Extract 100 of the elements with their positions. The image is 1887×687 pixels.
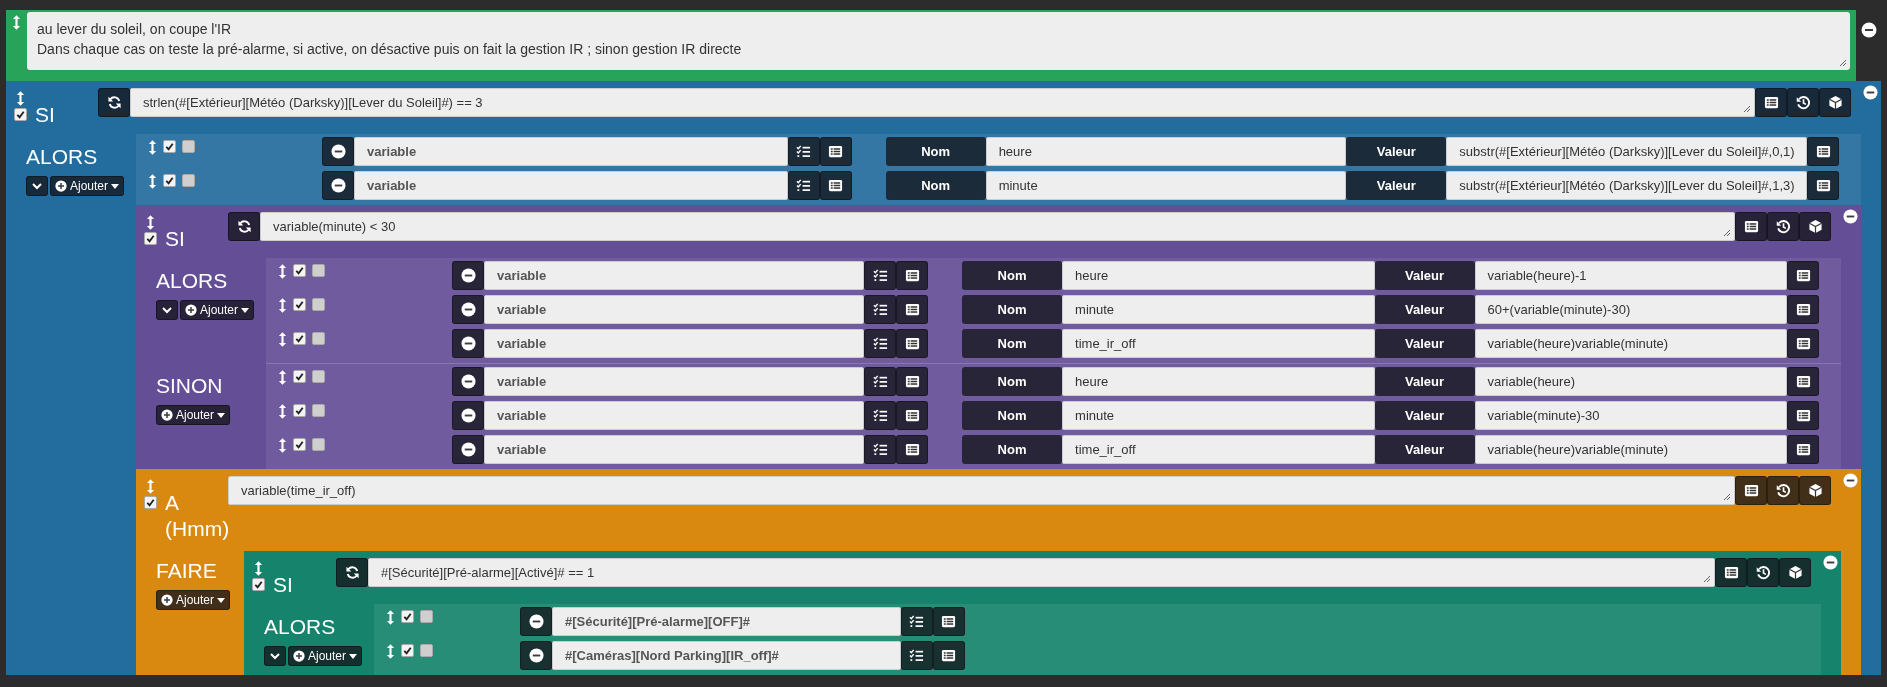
value-field[interactable]: variable(heure) — [1474, 367, 1787, 396]
remove-block-icon[interactable] — [1863, 85, 1878, 100]
checkbox[interactable] — [163, 140, 176, 153]
remove-block-icon[interactable] — [1843, 473, 1858, 488]
collapse-button[interactable] — [26, 176, 48, 196]
drag-handle-icon[interactable] — [278, 298, 287, 313]
checkbox[interactable] — [401, 610, 414, 623]
add-button[interactable]: Ajouter — [50, 176, 125, 196]
checkbox[interactable] — [312, 404, 325, 417]
select-action-button[interactable] — [864, 295, 897, 324]
remove-block-icon[interactable] — [1861, 22, 1877, 38]
select-command-button[interactable] — [1787, 435, 1819, 464]
checkbox[interactable] — [401, 644, 414, 657]
select-command-button[interactable] — [1787, 329, 1819, 358]
name-field[interactable]: heure — [1062, 261, 1375, 290]
select-command-button[interactable] — [1807, 137, 1839, 166]
select-command-button[interactable] — [1735, 476, 1767, 505]
checkbox[interactable] — [14, 108, 27, 121]
drag-handle-icon[interactable] — [146, 215, 155, 230]
drag-handle-icon[interactable] — [386, 644, 395, 659]
resize-grip-icon[interactable] — [1723, 229, 1731, 237]
value-field[interactable]: substr(#[Extérieur][Météo (Darksky)][Lever du Soleil]#,1,3) — [1446, 171, 1807, 200]
select-equipment-button[interactable] — [1799, 476, 1831, 505]
drag-handle-icon[interactable] — [386, 610, 395, 625]
expression-field[interactable]: variable(minute) < 30 — [260, 212, 1735, 241]
select-equipment-button[interactable] — [1779, 558, 1811, 587]
name-field[interactable]: time_ir_off — [1062, 329, 1375, 358]
command-field[interactable]: #[Sécurité][Pré-alarme][OFF]# — [552, 607, 901, 636]
remove-button[interactable] — [452, 329, 484, 358]
remove-button[interactable] — [520, 607, 552, 636]
checkbox[interactable] — [163, 174, 176, 187]
remove-block-icon[interactable] — [1823, 555, 1838, 570]
select-action-button[interactable] — [900, 607, 933, 636]
checkbox[interactable] — [293, 298, 306, 311]
remove-button[interactable] — [452, 367, 484, 396]
name-field[interactable]: minute — [1062, 401, 1375, 430]
remove-button[interactable] — [520, 641, 552, 670]
select-equipment-button[interactable] — [1819, 88, 1851, 117]
select-action-button[interactable] — [864, 435, 897, 464]
resize-grip-icon[interactable] — [1703, 575, 1711, 583]
select-command-button[interactable] — [896, 367, 929, 396]
resize-grip-icon[interactable] — [1839, 59, 1847, 67]
value-field[interactable]: variable(heure)-1 — [1474, 261, 1787, 290]
remove-button[interactable] — [322, 137, 354, 166]
checkbox[interactable] — [312, 370, 325, 383]
select-command-button[interactable] — [932, 607, 965, 636]
resize-grip-icon[interactable] — [1723, 493, 1731, 501]
command-field[interactable]: variable — [484, 329, 865, 358]
value-field[interactable]: variable(heure)variable(minute) — [1474, 329, 1787, 358]
select-action-button[interactable] — [864, 367, 897, 396]
drag-handle-icon[interactable] — [278, 370, 287, 385]
expression-field[interactable]: #[Sécurité][Pré-alarme][Activé]# == 1 — [368, 558, 1715, 587]
history-button[interactable] — [1747, 558, 1779, 587]
select-command-button[interactable] — [819, 171, 852, 200]
checkbox[interactable] — [293, 264, 306, 277]
command-field[interactable]: variable — [484, 367, 865, 396]
remove-block-icon[interactable] — [1843, 209, 1858, 224]
checkbox[interactable] — [293, 332, 306, 345]
expression-field[interactable]: strlen(#[Extérieur][Météo (Darksky)][Lever du Soleil]#) == 3 — [130, 88, 1755, 117]
select-action-button[interactable] — [864, 261, 897, 290]
checkbox[interactable] — [144, 232, 157, 245]
drag-handle-icon[interactable] — [148, 174, 157, 189]
history-button[interactable] — [1767, 476, 1799, 505]
add-button[interactable]: Ajouter — [156, 405, 231, 425]
select-action-button[interactable] — [864, 401, 897, 430]
name-field[interactable]: minute — [1062, 295, 1375, 324]
name-field[interactable]: heure — [1062, 367, 1375, 396]
drag-handle-icon[interactable] — [278, 332, 287, 347]
expression-field[interactable]: variable(time_ir_off) — [228, 476, 1735, 505]
refresh-button[interactable] — [228, 212, 260, 241]
resize-grip-icon[interactable] — [1743, 105, 1751, 113]
select-command-button[interactable] — [1787, 261, 1819, 290]
checkbox[interactable] — [182, 174, 195, 187]
select-action-button[interactable] — [787, 171, 820, 200]
select-command-button[interactable] — [896, 261, 929, 290]
select-command-button[interactable] — [1787, 401, 1819, 430]
select-command-button[interactable] — [932, 641, 965, 670]
checkbox[interactable] — [420, 610, 433, 623]
checkbox[interactable] — [420, 644, 433, 657]
remove-button[interactable] — [322, 171, 354, 200]
drag-handle-icon[interactable] — [12, 15, 21, 30]
select-action-button[interactable] — [787, 137, 820, 166]
checkbox[interactable] — [252, 578, 265, 591]
comment-field[interactable]: au lever du soleil, on coupe l'IR Dans chaque cas on teste la pré-alarme, si active, on désactive puis on fait la gestion IR ; sinon gestion IR directe — [27, 12, 1850, 70]
select-command-button[interactable] — [1807, 171, 1839, 200]
remove-button[interactable] — [452, 261, 484, 290]
checkbox[interactable] — [144, 496, 157, 509]
select-command-button[interactable] — [1715, 558, 1747, 587]
checkbox[interactable] — [312, 438, 325, 451]
name-field[interactable]: minute — [985, 171, 1347, 200]
drag-handle-icon[interactable] — [148, 140, 157, 155]
history-button[interactable] — [1767, 212, 1799, 241]
drag-handle-icon[interactable] — [254, 561, 263, 576]
checkbox[interactable] — [293, 438, 306, 451]
select-command-button[interactable] — [1787, 295, 1819, 324]
remove-button[interactable] — [452, 435, 484, 464]
select-command-button[interactable] — [1755, 88, 1787, 117]
collapse-button[interactable] — [156, 300, 178, 320]
value-field[interactable]: variable(minute)-30 — [1474, 401, 1787, 430]
checkbox[interactable] — [312, 264, 325, 277]
